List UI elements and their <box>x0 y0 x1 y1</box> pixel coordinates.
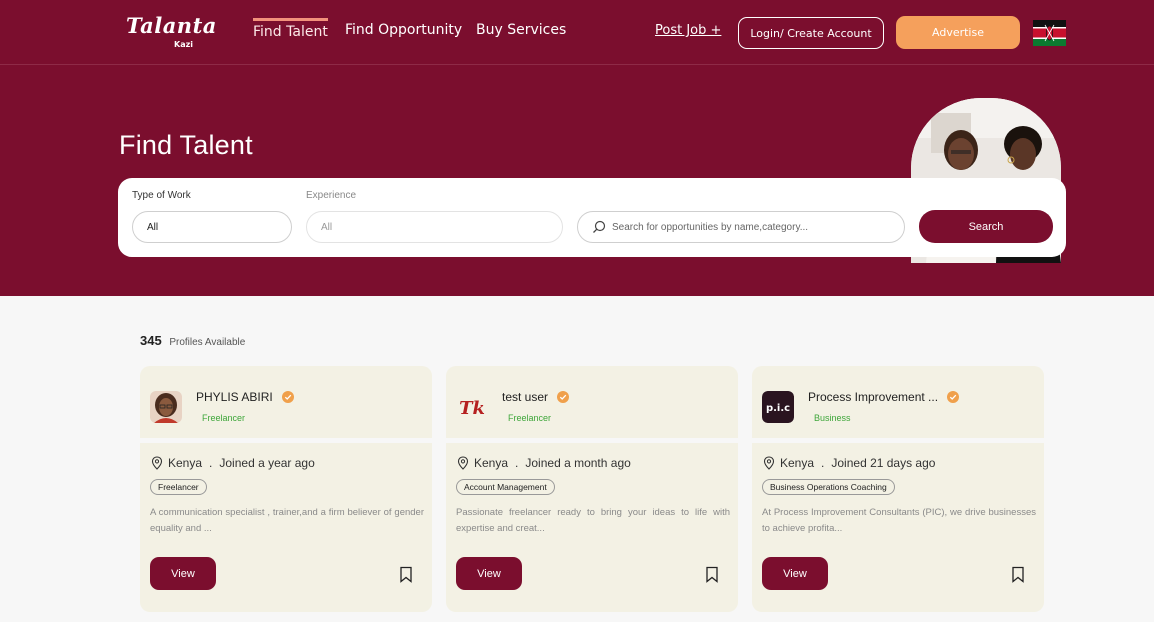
profile-card-body: Kenya . Joined 21 days ago Business Oper… <box>752 443 1044 612</box>
avatar[interactable]: p.i.c <box>762 391 794 423</box>
search-button[interactable]: Search <box>919 210 1053 243</box>
page-title: Find Talent <box>119 130 253 160</box>
svg-text:Tk: Tk <box>459 398 485 419</box>
profile-role: Business <box>814 413 851 423</box>
search-placeholder: Search for opportunities by name,categor… <box>612 221 809 233</box>
profile-card-header: p.i.c Process Improvement ... Business <box>752 366 1044 438</box>
logo-sub-text: Kazi <box>174 40 193 49</box>
profile-name-text: Process Improvement ... <box>808 390 939 404</box>
profile-joined: Joined 21 days ago <box>831 456 936 470</box>
search-filter-card: Type of Work All Experience All Search f… <box>118 178 1066 257</box>
profile-joined: Joined a year ago <box>219 456 315 470</box>
bookmark-icon[interactable] <box>399 566 413 583</box>
profile-description: At Process Improvement Consultants (PIC)… <box>762 507 1036 534</box>
talanta-kazi-logo[interactable]: Talanta Kazi <box>126 13 217 50</box>
verified-badge-icon <box>557 391 570 403</box>
profile-card-header: PHYLIS ABIRI Freelancer <box>140 366 432 438</box>
type-of-work-select[interactable]: All <box>132 211 292 243</box>
profile-location: Kenya <box>168 456 203 470</box>
advertise-button[interactable]: Advertise <box>896 16 1020 49</box>
profile-card: Tk test user Freelancer Kenya . Joined a… <box>446 366 738 612</box>
nav-find-talent[interactable]: Find Talent <box>253 18 328 40</box>
nav-buy-services[interactable]: Buy Services <box>476 22 566 38</box>
skill-tag: Business Operations Coaching <box>762 479 895 495</box>
bookmark-icon[interactable] <box>705 566 719 583</box>
profile-description: A communication specialist , trainer,and… <box>150 507 424 534</box>
profiles-count-number: 345 <box>140 333 162 348</box>
profile-location: Kenya <box>474 456 509 470</box>
profile-name[interactable]: test user <box>502 390 570 404</box>
profile-role: Freelancer <box>508 413 552 423</box>
login-create-account-button[interactable]: Login/ Create Account <box>738 17 884 49</box>
separator-dot: . <box>209 456 213 470</box>
profile-card-body: Kenya . Joined a year ago Freelancer A c… <box>140 443 432 612</box>
experience-label: Experience <box>306 190 357 201</box>
profile-card: p.i.c Process Improvement ... Business K… <box>752 366 1044 612</box>
profiles-count: 345 Profiles Available <box>140 333 245 348</box>
view-profile-button[interactable]: View <box>456 557 522 590</box>
profile-location-joined: Kenya . Joined 21 days ago <box>763 456 935 470</box>
verified-badge-icon <box>282 391 295 403</box>
location-pin-icon <box>763 456 775 470</box>
location-pin-icon <box>457 456 469 470</box>
profile-description: Passionate freelancer ready to bring you… <box>456 507 730 534</box>
profile-role: Freelancer <box>202 413 246 423</box>
profile-name[interactable]: PHYLIS ABIRI <box>196 390 295 404</box>
skill-tag: Freelancer <box>150 479 207 495</box>
search-icon <box>593 220 606 233</box>
kenya-flag-icon[interactable] <box>1033 20 1066 46</box>
separator-dot: . <box>515 456 519 470</box>
view-profile-button[interactable]: View <box>150 557 216 590</box>
profiles-count-label: Profiles Available <box>169 337 246 348</box>
type-of-work-label: Type of Work <box>132 190 191 201</box>
profile-card-body: Kenya . Joined a month ago Account Manag… <box>446 443 738 612</box>
hero-section: Talanta Kazi Find Talent Find Opportunit… <box>0 0 1154 296</box>
avatar[interactable]: Tk <box>456 391 488 423</box>
profile-card-header: Tk test user Freelancer <box>446 366 738 438</box>
svg-text:p.i.c: p.i.c <box>766 403 790 414</box>
profile-location-joined: Kenya . Joined a month ago <box>457 456 631 470</box>
nav-find-opportunity[interactable]: Find Opportunity <box>345 22 462 38</box>
avatar[interactable] <box>150 391 182 423</box>
profile-card: PHYLIS ABIRI Freelancer Kenya . Joined a… <box>140 366 432 612</box>
profile-joined: Joined a month ago <box>525 456 631 470</box>
bookmark-icon[interactable] <box>1011 566 1025 583</box>
verified-badge-icon <box>947 391 960 403</box>
profile-name[interactable]: Process Improvement ... <box>808 390 960 404</box>
search-input[interactable]: Search for opportunities by name,categor… <box>577 211 905 243</box>
profile-name-text: PHYLIS ABIRI <box>196 390 273 404</box>
experience-select[interactable]: All <box>306 211 563 243</box>
top-navigation-bar: Talanta Kazi Find Talent Find Opportunit… <box>0 0 1154 65</box>
location-pin-icon <box>151 456 163 470</box>
logo-main-text: Talanta <box>126 13 217 38</box>
separator-dot: . <box>821 456 825 470</box>
post-job-link[interactable]: Post Job + <box>655 23 721 38</box>
profile-location: Kenya <box>780 456 815 470</box>
view-profile-button[interactable]: View <box>762 557 828 590</box>
profile-name-text: test user <box>502 390 549 404</box>
skill-tag: Account Management <box>456 479 555 495</box>
profile-location-joined: Kenya . Joined a year ago <box>151 456 315 470</box>
